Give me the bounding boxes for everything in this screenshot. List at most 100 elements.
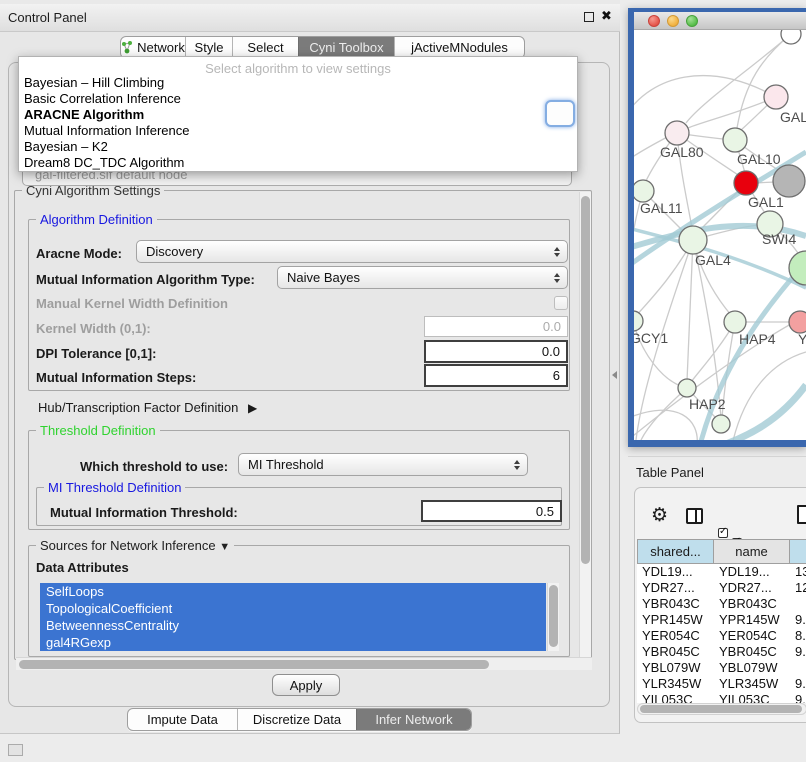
table-row[interactable]: YDL19...YDL19...13 xyxy=(637,564,806,580)
network-canvas[interactable]: GALGAL80GAL10GAL1SWI4GAL11GAL4GCY1HAP4YH… xyxy=(634,30,806,440)
table-horizontal-scrollbar[interactable] xyxy=(637,703,806,715)
attributes-list-scrollbar-thumb[interactable] xyxy=(549,585,558,647)
table-row[interactable]: YLR345WYLR345W9. xyxy=(637,676,806,692)
tab-network[interactable]: Network xyxy=(121,37,185,58)
mi-type-value: Naive Bayes xyxy=(287,270,360,285)
page-icon[interactable] xyxy=(797,505,806,524)
network-node-y[interactable] xyxy=(789,311,806,333)
attribute-item[interactable]: gal4RGexp xyxy=(40,634,546,651)
table-cell: 9. xyxy=(790,612,806,628)
node-label: HAP4 xyxy=(739,331,776,347)
network-node[interactable] xyxy=(773,165,805,197)
table-row[interactable]: YER054CYER054C8. xyxy=(637,628,806,644)
table-horizontal-scrollbar-thumb[interactable] xyxy=(640,705,802,713)
table-header-cell[interactable] xyxy=(790,539,806,564)
network-node-gcy1[interactable] xyxy=(634,311,643,331)
settings-vertical-scrollbar-thumb[interactable] xyxy=(581,196,590,564)
tab-impute-data[interactable]: Impute Data xyxy=(128,709,237,730)
mi-threshold-input[interactable]: 0.5 xyxy=(421,500,562,522)
close-traffic-light-icon[interactable] xyxy=(648,15,660,27)
settings-horizontal-scrollbar-thumb[interactable] xyxy=(19,660,489,669)
close-icon[interactable]: ✖ xyxy=(601,8,612,24)
table-row[interactable]: YBR043CYBR043C xyxy=(637,596,806,612)
hide-panel-grip[interactable] xyxy=(8,744,23,756)
node-label: GCY1 xyxy=(634,330,668,346)
table-cell: YLR345W xyxy=(637,676,714,692)
tab-style[interactable]: Style xyxy=(185,37,232,58)
stepper-arrows-icon xyxy=(554,273,560,283)
which-threshold-select[interactable]: MI Threshold xyxy=(238,453,528,476)
tab-infer-network[interactable]: Infer Network xyxy=(356,709,471,730)
table-header-cell[interactable]: shared... xyxy=(637,539,714,564)
kernel-width-input[interactable]: 0.0 xyxy=(424,316,568,337)
network-node-hap4[interactable] xyxy=(724,311,746,333)
table-cell: YDR27... xyxy=(714,580,790,596)
checked-box-icon[interactable] xyxy=(718,528,728,538)
network-node[interactable] xyxy=(712,415,730,433)
table-row[interactable]: YDR27...YDR27...12 xyxy=(637,580,806,596)
node-label: GAL1 xyxy=(748,194,784,210)
table-cell: 9. xyxy=(790,644,806,660)
table-panel-title: Table Panel xyxy=(636,465,704,480)
table-row[interactable]: YBL079WYBL079W xyxy=(637,660,806,676)
algorithm-item[interactable]: Dream8 DC_TDC Algorithm xyxy=(19,155,577,171)
tab-select[interactable]: Select xyxy=(232,37,298,58)
attribute-item[interactable]: TopologicalCoefficient xyxy=(40,600,546,617)
attribute-item[interactable]: SelfLoops xyxy=(40,583,546,600)
table-header-cell[interactable]: name xyxy=(714,539,790,564)
settings-vertical-scrollbar[interactable] xyxy=(579,192,591,658)
algorithm-item[interactable]: Mutual Information Inference xyxy=(19,123,577,139)
network-node-gal1[interactable] xyxy=(734,171,758,195)
mi-steps-input[interactable]: 6 xyxy=(424,364,568,387)
hub-definition-expander[interactable]: Hub/Transcription Factor Definition ▶ xyxy=(38,400,257,415)
dpi-tolerance-input[interactable]: 0.0 xyxy=(424,340,568,363)
tab-label: jActiveMNodules xyxy=(411,40,508,55)
data-attributes-list[interactable]: SelfLoopsTopologicalCoefficientBetweenne… xyxy=(40,583,546,651)
algorithm-item[interactable]: Basic Correlation Inference xyxy=(19,91,577,107)
network-node-gal80[interactable] xyxy=(665,121,689,145)
network-node-gal11[interactable] xyxy=(634,180,654,202)
zoom-traffic-light-icon[interactable] xyxy=(686,15,698,27)
table-cell: YPR145W xyxy=(714,612,790,628)
panel-divider-arrow-icon[interactable] xyxy=(612,371,617,379)
network-node-hap2[interactable] xyxy=(678,379,696,397)
tab-cyni-toolbox[interactable]: Cyni Toolbox xyxy=(298,37,394,58)
table-cell: 12 xyxy=(790,580,806,596)
bottom-tabbar: Impute Data Discretize DataInfer Network xyxy=(127,708,472,731)
tab-label: Network xyxy=(137,40,185,55)
mi-type-label: Mutual Information Algorithm Type: xyxy=(36,272,255,287)
minimize-traffic-light-icon[interactable] xyxy=(667,15,679,27)
table-cell: 9. xyxy=(790,692,806,703)
sources-group-label[interactable]: Sources for Network Inference ▼ xyxy=(36,538,234,553)
tab-jactivemnodules[interactable]: jActiveMNodules xyxy=(394,37,524,58)
manual-kernel-checkbox[interactable] xyxy=(554,296,568,310)
tab-discretize-data[interactable]: Discretize Data xyxy=(237,709,356,730)
gear-icon[interactable]: ⚙ xyxy=(651,506,668,525)
network-node-gal4[interactable] xyxy=(679,226,707,254)
attribute-item[interactable]: BetweennessCentrality xyxy=(40,617,546,634)
table-panel-divider xyxy=(628,456,806,457)
table-row[interactable]: YBR045CYBR045C9. xyxy=(637,644,806,660)
columns-icon[interactable] xyxy=(686,508,703,524)
attributes-list-scrollbar[interactable] xyxy=(547,583,559,651)
algorithm-item[interactable]: ARACNE Algorithm xyxy=(19,107,577,123)
apply-button[interactable]: Apply xyxy=(272,674,340,696)
float-panel-icon[interactable] xyxy=(584,12,594,22)
table-rows: YDL19...YDL19...13YDR27...YDR27...12YBR0… xyxy=(637,564,806,703)
which-threshold-value: MI Threshold xyxy=(248,457,324,472)
aracne-mode-select[interactable]: Discovery xyxy=(136,240,568,263)
control-panel-window: Control Panel ✖ NetworkStyleSelectCyni T… xyxy=(0,0,620,734)
algorithm-item[interactable]: Bayesian – Hill Climbing xyxy=(19,75,577,91)
network-node-gal10[interactable] xyxy=(723,128,747,152)
settings-horizontal-scrollbar[interactable] xyxy=(16,657,592,670)
algorithm-items: Bayesian – Hill ClimbingBasic Correlatio… xyxy=(19,75,577,171)
node-label: Y xyxy=(798,331,806,347)
table-row[interactable]: YIL053CYIL053C9. xyxy=(637,692,806,703)
network-node[interactable] xyxy=(781,30,801,44)
obscured-focused-combo-fragment xyxy=(545,100,575,127)
tab-label: Impute Data xyxy=(147,712,218,727)
mi-type-select[interactable]: Naive Bayes xyxy=(277,266,568,289)
table-row[interactable]: YPR145WYPR145W9. xyxy=(637,612,806,628)
algorithm-item[interactable]: Bayesian – K2 xyxy=(19,139,577,155)
network-node-gal[interactable] xyxy=(764,85,788,109)
